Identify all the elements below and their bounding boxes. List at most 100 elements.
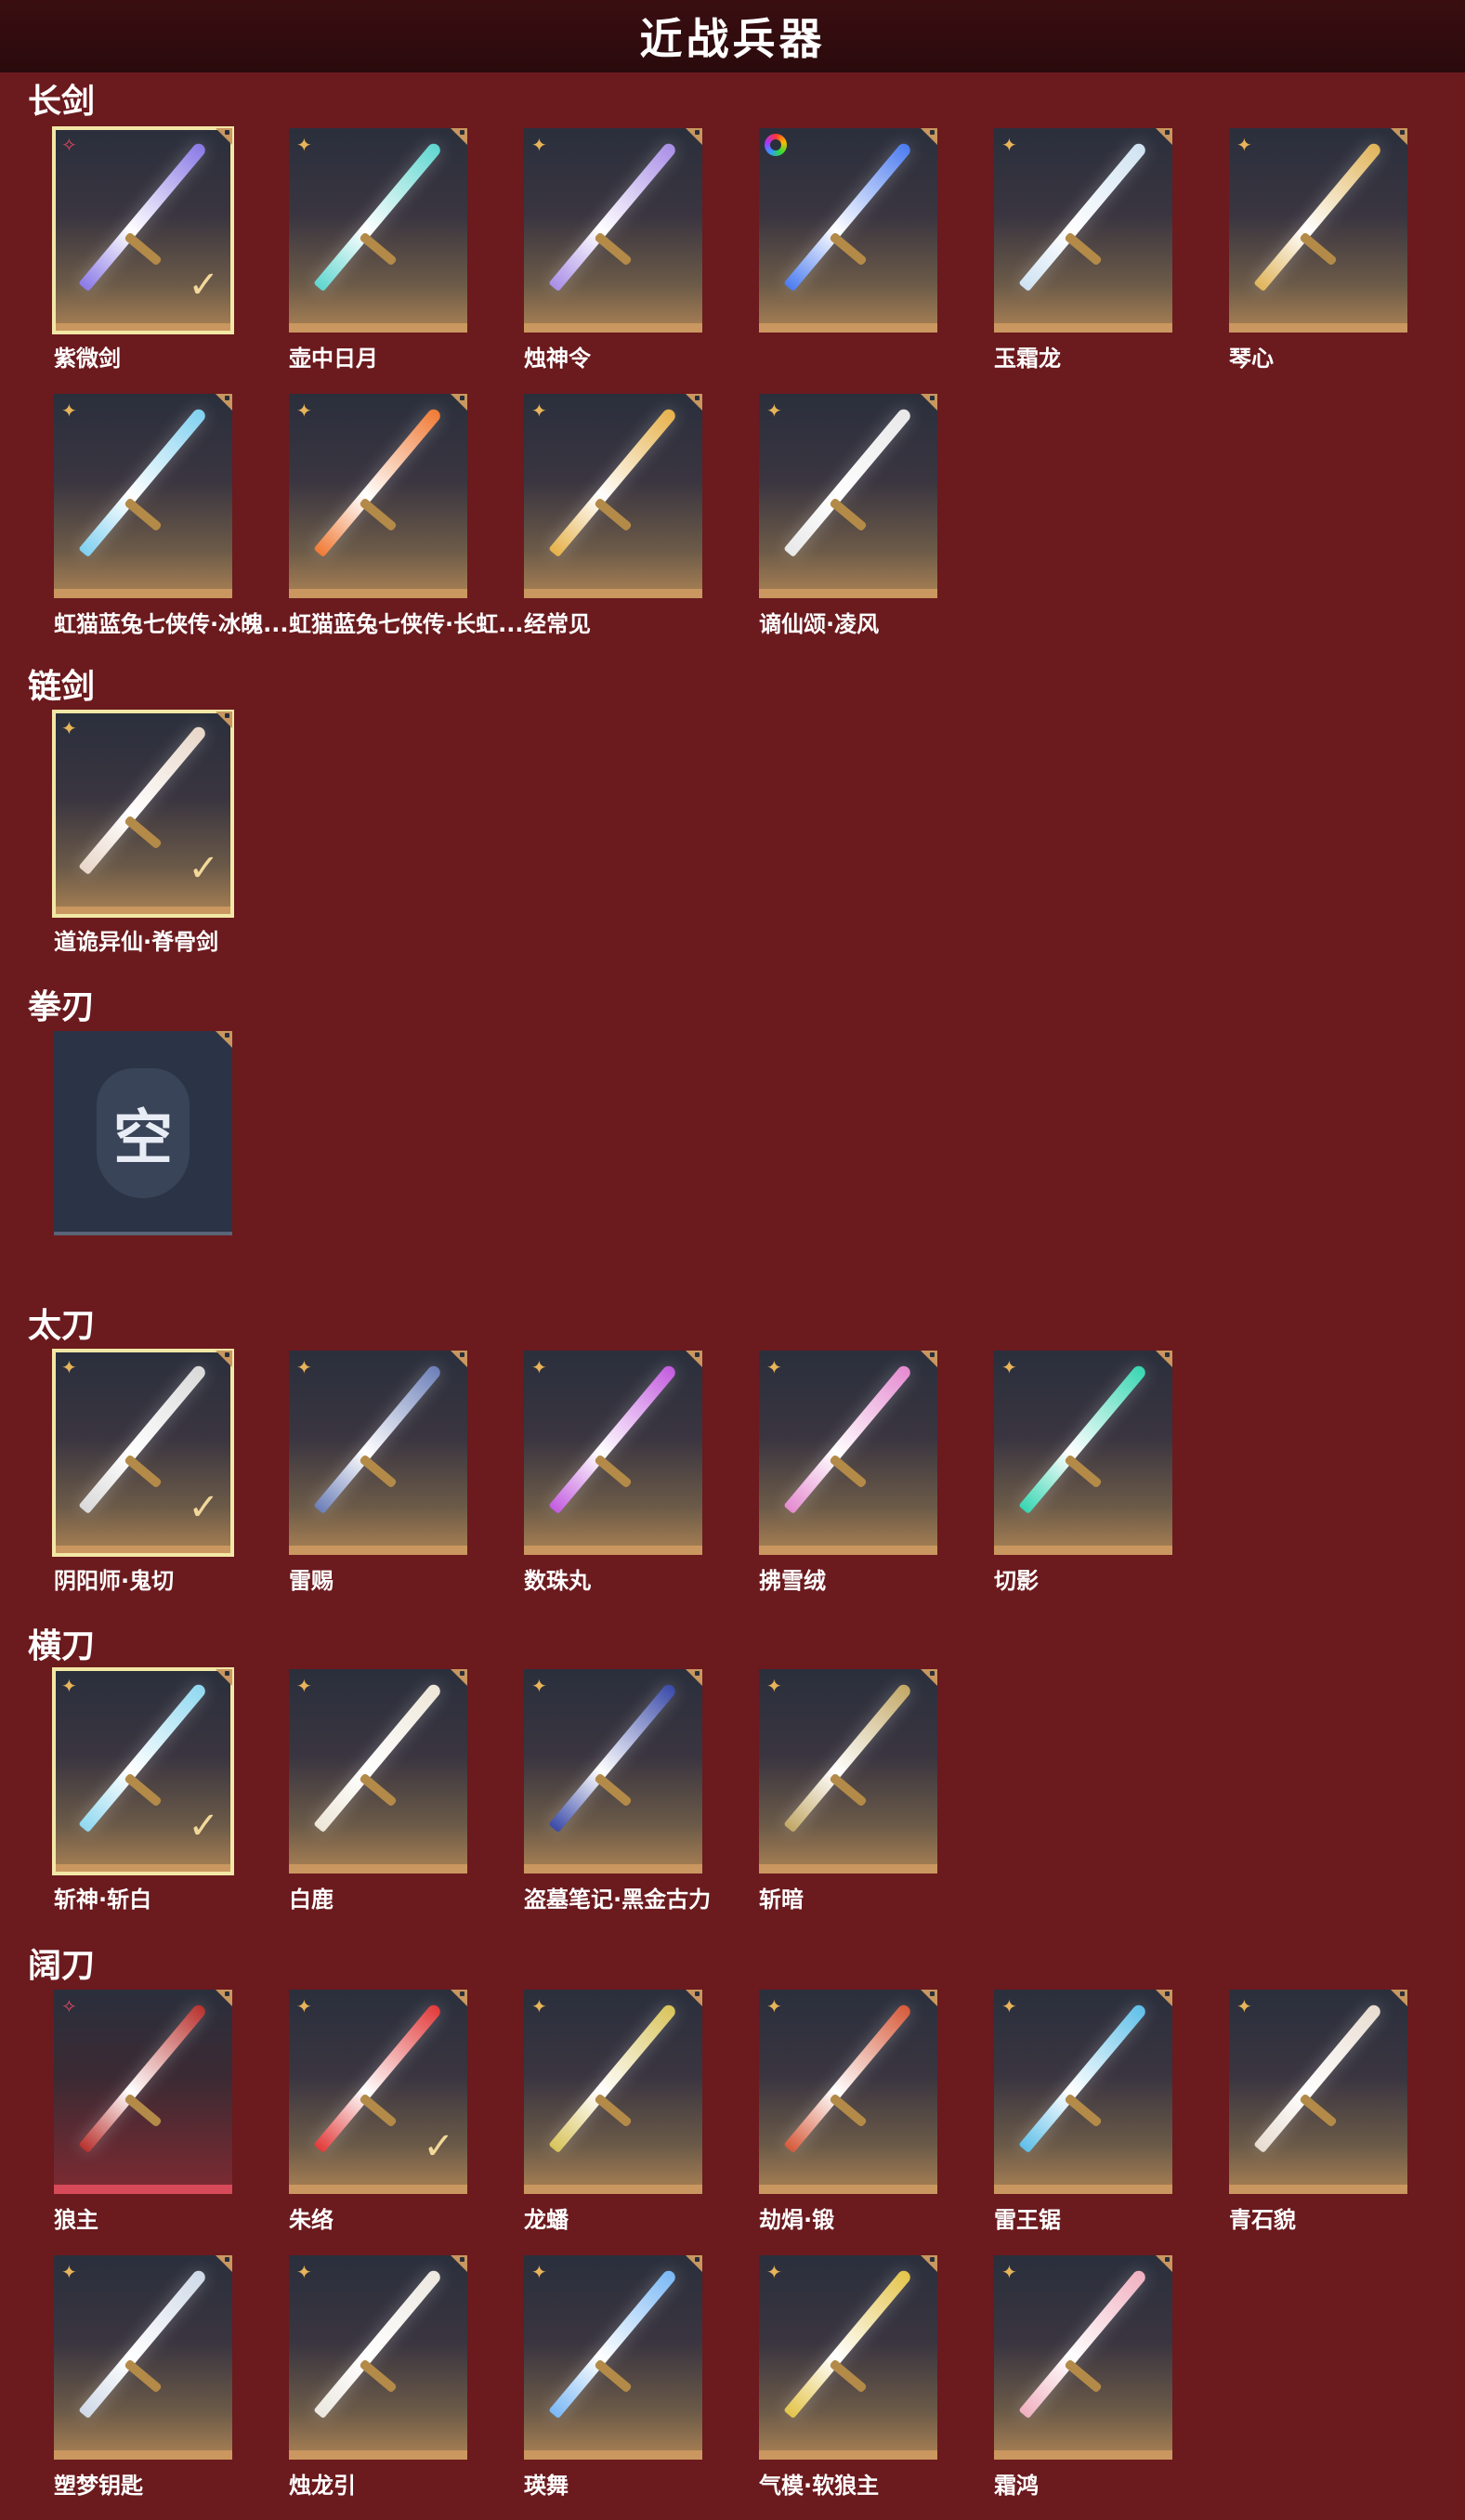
corner-dot xyxy=(1165,1352,1170,1357)
corner-dot xyxy=(930,2257,935,2262)
weapon-name: 盗墓笔记·黑金古力 xyxy=(524,1887,712,1913)
weapon-thumbnail: ✦ xyxy=(759,1669,937,1874)
corner-dot xyxy=(225,1033,229,1038)
weapon-hilt-icon xyxy=(829,497,868,532)
corner-dot xyxy=(225,130,229,135)
star-icon: ✦ xyxy=(1001,2261,1017,2283)
weapon-name: 烛龙引 xyxy=(289,2473,356,2499)
star-icon: ✦ xyxy=(531,1675,547,1697)
weapon-card[interactable]: ✦ 切影 xyxy=(994,1351,1172,1594)
weapon-thumbnail: ✦ xyxy=(1229,1990,1407,2194)
weapon-card[interactable]: ✦ 烛神令 xyxy=(524,128,702,372)
weapon-icon xyxy=(783,1363,913,1515)
weapon-card[interactable]: ✦ 霜鸿 xyxy=(994,2255,1172,2499)
section-title: 太刀 xyxy=(28,1307,96,1345)
weapon-card[interactable]: ✦ 塑梦钥匙 xyxy=(54,2255,232,2499)
weapon-card[interactable]: ✦ 白鹿 xyxy=(289,1669,467,1913)
corner-dot xyxy=(225,396,229,400)
weapon-thumbnail: ✦ xyxy=(759,394,937,598)
corner-dot xyxy=(225,1991,229,1996)
weapon-name: 玉霜龙 xyxy=(994,346,1061,372)
corner-dot xyxy=(225,713,229,718)
corner-dot xyxy=(460,130,464,135)
weapon-card[interactable]: ✦ 烛龙引 xyxy=(289,2255,467,2499)
weapon-card[interactable]: ✦ 玉霜龙 xyxy=(994,128,1172,372)
page-title: 近战兵器 xyxy=(639,14,826,64)
corner-tab-icon xyxy=(216,1351,232,1367)
corner-tab-icon xyxy=(216,128,232,145)
page-header: 近战兵器 xyxy=(0,0,1465,72)
rose-star-icon: ✧ xyxy=(61,134,77,156)
weapon-card[interactable]: ✦ ✓ 朱络 xyxy=(289,1990,467,2233)
weapon-thumbnail: ✦ xyxy=(289,1351,467,1555)
weapon-card[interactable]: ✦ 虹猫蓝兔七侠传·长虹... xyxy=(289,394,523,637)
weapon-card[interactable]: ✦ 雷赐 xyxy=(289,1351,467,1594)
weapon-thumbnail: ✦ xyxy=(759,2255,937,2460)
star-icon: ✦ xyxy=(531,1356,547,1378)
corner-tab-icon xyxy=(451,394,467,411)
weapon-card[interactable]: ✦ ✓ 斩神·斩白 xyxy=(52,1667,234,1913)
weapon-card[interactable]: ✦ 拂雪绒 xyxy=(759,1351,937,1594)
weapon-hilt-icon xyxy=(829,1772,868,1808)
corner-tab-icon xyxy=(1156,2255,1172,2272)
star-icon: ✦ xyxy=(1001,134,1017,156)
weapon-hilt-icon xyxy=(594,1772,633,1808)
weapon-icon xyxy=(548,140,678,293)
weapon-name: 劫焆·锻 xyxy=(759,2207,835,2233)
weapon-card[interactable]: ✧ ✓ 紫微剑 xyxy=(52,126,234,372)
weapon-card[interactable]: ✧ 狼主 xyxy=(54,1990,232,2233)
weapon-thumbnail: ✧ xyxy=(54,1990,232,2194)
weapon-card[interactable]: ✦ 盗墓笔记·黑金古力 xyxy=(524,1669,711,1913)
corner-dot xyxy=(695,130,700,135)
weapon-card[interactable]: ✦ 数珠丸 xyxy=(524,1351,702,1594)
weapon-card[interactable] xyxy=(759,128,937,333)
weapon-card[interactable]: ✦ 雷王锯 xyxy=(994,1990,1172,2233)
weapon-icon xyxy=(548,1363,678,1515)
weapon-card[interactable]: ✦ 气模·软狼主 xyxy=(759,2255,937,2499)
corner-dot xyxy=(1165,1991,1170,1996)
weapon-name: 烛神令 xyxy=(524,346,591,372)
weapon-thumbnail: ✦ xyxy=(54,2255,232,2460)
star-icon: ✦ xyxy=(1001,1356,1017,1378)
weapon-card[interactable]: ✦ 劫焆·锻 xyxy=(759,1990,937,2233)
weapon-icon xyxy=(548,2002,678,2154)
equipped-check-icon: ✓ xyxy=(188,264,219,307)
weapon-name: 斩暗 xyxy=(759,1887,804,1913)
star-icon: ✦ xyxy=(61,399,77,422)
corner-dot xyxy=(930,396,935,400)
weapon-thumbnail: ✦ xyxy=(1229,128,1407,333)
star-icon: ✦ xyxy=(531,134,547,156)
weapon-card[interactable]: ✦ 瑛舞 xyxy=(524,2255,702,2499)
corner-tab-icon xyxy=(686,2255,702,2272)
weapon-hilt-icon xyxy=(124,2093,163,2128)
weapon-thumbnail: ✦ xyxy=(289,128,467,333)
weapon-card[interactable]: ✦ 琴心 xyxy=(1229,128,1407,372)
weapon-card[interactable]: ✦ 斩暗 xyxy=(759,1669,937,1913)
weapon-card[interactable]: ✦ 龙蟠 xyxy=(524,1990,702,2233)
weapon-name: 瑛舞 xyxy=(524,2473,569,2499)
weapon-card[interactable]: 空 xyxy=(54,1031,232,1235)
weapon-hilt-icon xyxy=(359,2093,398,2128)
weapon-thumbnail: ✦ xyxy=(994,1351,1172,1555)
weapon-card[interactable]: ✦ ✓ 阴阳师·鬼切 xyxy=(52,1349,234,1594)
corner-tab-icon xyxy=(921,394,937,411)
weapon-name: 阴阳师·鬼切 xyxy=(54,1568,175,1594)
weapon-name: 龙蟠 xyxy=(524,2207,569,2233)
weapon-card[interactable]: ✦ 谪仙颂·凌风 xyxy=(759,394,937,637)
color-ring-icon xyxy=(765,134,787,156)
weapon-icon xyxy=(78,2002,208,2154)
equipped-check-icon: ✓ xyxy=(188,847,219,890)
weapon-card[interactable]: ✦ 经常见 xyxy=(524,394,702,637)
star-icon: ✦ xyxy=(766,1675,782,1697)
weapon-thumbnail: ✦ xyxy=(524,128,702,333)
weapon-card[interactable]: ✦ 虹猫蓝兔七侠传·冰魄... xyxy=(54,394,288,637)
weapon-hilt-icon xyxy=(124,1454,163,1489)
weapon-icon xyxy=(313,1681,443,1834)
weapon-hilt-icon xyxy=(829,2358,868,2394)
weapon-card[interactable]: ✦ 青石貌 xyxy=(1229,1990,1407,2233)
weapon-card[interactable]: ✦ 壶中日月 xyxy=(289,128,467,372)
weapon-thumbnail: ✦ xyxy=(524,1351,702,1555)
weapon-icon xyxy=(783,406,913,558)
weapon-card[interactable]: ✦ ✓ 道诡异仙·脊骨剑 xyxy=(52,710,234,955)
star-icon: ✦ xyxy=(296,399,312,422)
